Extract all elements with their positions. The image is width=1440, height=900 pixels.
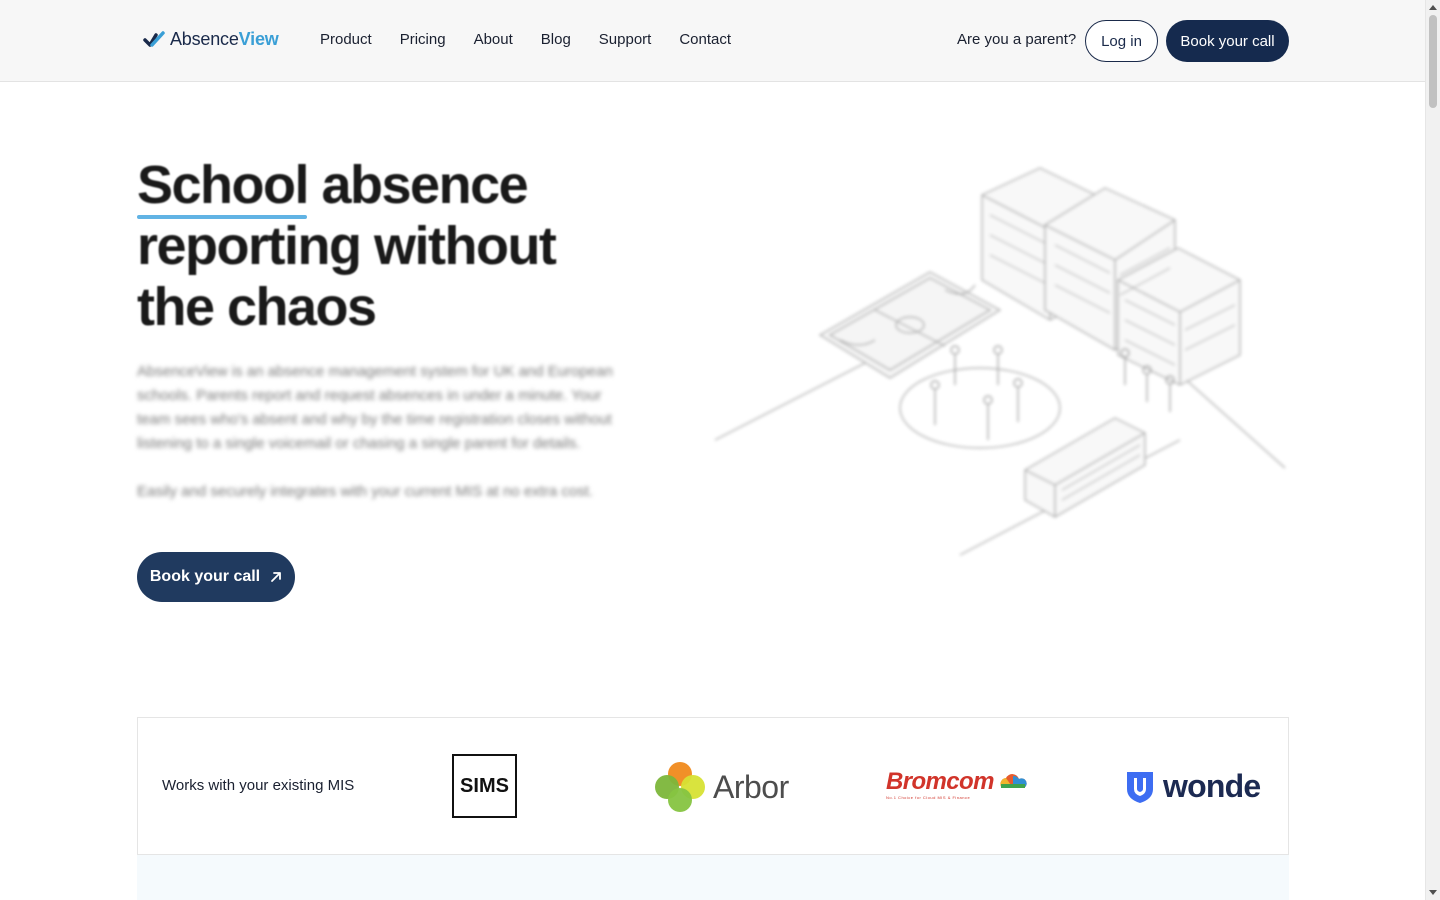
nav-about[interactable]: About xyxy=(474,31,513,48)
arbor-leaf-icon xyxy=(655,762,705,812)
book-call-header-button[interactable]: Book your call xyxy=(1166,20,1289,62)
sims-logo: SIMS xyxy=(452,754,517,818)
arrow-up-right-icon xyxy=(271,572,282,582)
mis-integrations-section: Works with your existing MIS SIMS Arbor … xyxy=(137,717,1289,855)
hero-description: AbsenceView is an absence management sys… xyxy=(137,363,613,452)
nav-product[interactable]: Product xyxy=(320,31,372,48)
hero-integration-note: Easily and securely integrates with your… xyxy=(137,483,594,500)
logo-text-view: View xyxy=(238,29,279,49)
bromcom-tagline: No.1 Choice for Cloud MIS & Finance xyxy=(886,795,971,800)
wonde-shield-icon xyxy=(1127,771,1153,803)
scroll-down-arrow-icon[interactable] xyxy=(1429,890,1437,895)
title-underline xyxy=(137,215,307,219)
next-section-background xyxy=(137,855,1289,900)
hero-title-line-1: School absence xyxy=(137,155,529,215)
nav-pricing[interactable]: Pricing xyxy=(400,31,446,48)
bromcom-logo: Bromcom No.1 Choice for Cloud MIS & Fina… xyxy=(886,770,1028,800)
hero-title: School absence reporting without the cha… xyxy=(137,155,657,338)
absenceview-logo[interactable]: AbsenceView xyxy=(143,29,279,50)
wonde-logo-text: wonde xyxy=(1163,768,1261,804)
checkmark-logo-icon xyxy=(143,30,165,47)
book-call-hero-button[interactable]: Book your call xyxy=(137,552,295,602)
arbor-logo-text: Arbor xyxy=(713,768,789,805)
cta-label: Book your call xyxy=(149,568,261,585)
wonde-logo: wonde xyxy=(1125,768,1261,805)
scrollbar-thumb[interactable] xyxy=(1429,15,1437,108)
school-isometric-illustration xyxy=(714,167,1286,556)
nav-contact[interactable]: Contact xyxy=(679,31,731,48)
bromcom-logo-text: Bromcom xyxy=(886,768,994,795)
mis-label: Works with your existing MIS xyxy=(162,777,355,794)
bromcom-cloud-icon xyxy=(1000,774,1027,788)
login-button[interactable]: Log in xyxy=(1085,20,1158,62)
scroll-up-arrow-icon[interactable] xyxy=(1429,5,1437,10)
logo-text-absence: Absence xyxy=(170,29,239,49)
nav-support[interactable]: Support xyxy=(599,31,652,48)
hero-title-line-2: reporting without xyxy=(137,216,557,276)
arbor-logo: Arbor xyxy=(653,760,789,814)
nav-blog[interactable]: Blog xyxy=(541,31,571,48)
parent-link[interactable]: Are you a parent? xyxy=(957,31,1076,48)
page-scrollbar[interactable] xyxy=(1425,0,1440,900)
site-header: AbsenceView Product Pricing About Blog S… xyxy=(0,0,1425,82)
main-nav: Product Pricing About Blog Support Conta… xyxy=(320,31,731,48)
hero-title-line-3: the chaos xyxy=(137,277,377,337)
